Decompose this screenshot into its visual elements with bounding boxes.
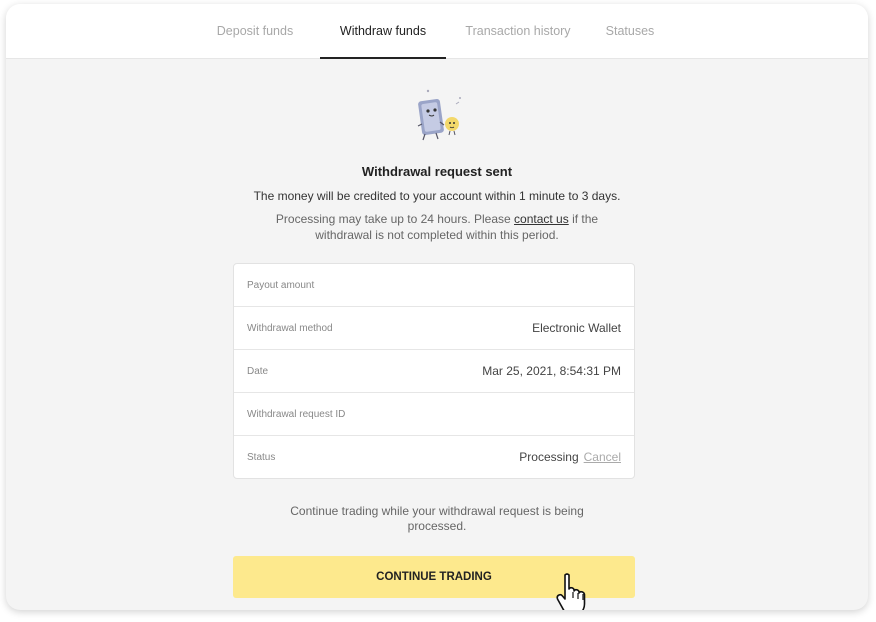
detail-value: Electronic Wallet xyxy=(532,321,621,335)
confirmation-subtitle: The money will be credited to your accou… xyxy=(253,189,621,203)
tab-transaction-history[interactable]: Transaction history xyxy=(446,4,590,58)
wallet-mascot-icon xyxy=(410,86,470,146)
tab-list: Deposit funds Withdraw funds Transaction… xyxy=(190,4,690,59)
detail-label: Withdrawal request ID xyxy=(247,408,346,420)
detail-value: Mar 25, 2021, 8:54:31 PM xyxy=(482,364,621,378)
hand-pointer-cursor-icon xyxy=(556,572,590,610)
status-value: Processing xyxy=(519,450,579,464)
processing-note-text: Processing may take up to 24 hours. Plea… xyxy=(275,212,515,226)
status-value-group: Processing Cancel xyxy=(519,450,621,464)
tab-withdraw-funds[interactable]: Withdraw funds xyxy=(320,4,446,59)
withdrawal-details-table: Payout amount Withdrawal method Electron… xyxy=(233,263,635,479)
contact-us-link[interactable]: contact us xyxy=(514,212,569,226)
confirmation-title: Withdrawal request sent xyxy=(361,164,513,179)
processing-note: Processing may take up to 24 hours. Plea… xyxy=(246,211,628,243)
cancel-withdrawal-link[interactable]: Cancel xyxy=(584,450,621,464)
detail-label: Payout amount xyxy=(247,279,315,291)
tab-statuses[interactable]: Statuses xyxy=(590,4,670,58)
detail-row-withdrawal-method: Withdrawal method Electronic Wallet xyxy=(234,307,634,350)
detail-label: Withdrawal method xyxy=(247,322,333,334)
continue-trading-message: Continue trading while your withdrawal r… xyxy=(290,504,584,533)
detail-row-request-id: Withdrawal request ID xyxy=(234,393,634,436)
withdrawal-panel: Deposit funds Withdraw funds Transaction… xyxy=(6,4,868,610)
detail-row-date: Date Mar 25, 2021, 8:54:31 PM xyxy=(234,350,634,393)
detail-row-payout-amount: Payout amount xyxy=(234,264,634,307)
tabs-bar: Deposit funds Withdraw funds Transaction… xyxy=(6,4,868,59)
tab-deposit-funds[interactable]: Deposit funds xyxy=(190,4,320,58)
detail-label: Date xyxy=(247,365,269,377)
detail-row-status: Status Processing Cancel xyxy=(234,436,634,478)
detail-label: Status xyxy=(247,451,276,463)
